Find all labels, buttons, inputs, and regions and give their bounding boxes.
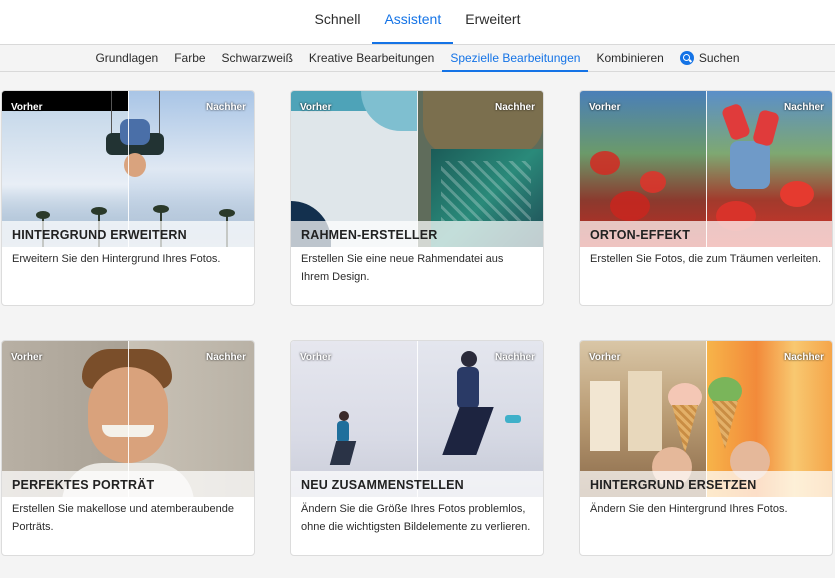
tab-schnell[interactable]: Schnell <box>303 0 373 44</box>
tab-label: Suchen <box>698 51 740 65</box>
card-thumbnail: Vorher Nachher <box>291 91 543 247</box>
card-thumbnail: Vorher Nachher <box>291 341 543 497</box>
tab-label: Schwarzweiß <box>221 51 293 65</box>
tab-label: Kreative Bearbeitungen <box>308 51 435 65</box>
card-description: Erweitern Sie den Hintergrund Ihres Foto… <box>12 253 221 265</box>
after-label: Nachher <box>205 352 246 363</box>
card-description: Ändern Sie den Hintergrund Ihres Fotos. <box>590 503 788 515</box>
card-title: NEU ZUSAMMENSTELLEN <box>301 478 464 492</box>
card-title: ORTON-EFFEKT <box>590 228 691 242</box>
card-title: RAHMEN-ERSTELLER <box>301 228 438 242</box>
card-description: Erstellen Sie eine neue Rahmendatei aus … <box>301 253 504 283</box>
category-tabs: Grundlagen Farbe Schwarzweiß Kreative Be… <box>0 44 835 72</box>
after-label: Nachher <box>783 352 824 363</box>
card-hintergrund-ersetzen[interactable]: Vorher Nachher HINTERGRUND ERSETZEN Ände… <box>579 340 833 556</box>
card-description: Ändern Sie die Größe Ihres Fotos problem… <box>301 503 531 533</box>
before-label: Vorher <box>589 352 621 363</box>
tab-schwarzweiss[interactable]: Schwarzweiß <box>214 45 301 71</box>
card-title: PERFEKTES PORTRÄT <box>12 478 155 492</box>
tab-assistent[interactable]: Assistent <box>372 0 454 44</box>
card-thumbnail: Vorher Nachher <box>580 91 832 247</box>
card-description: Erstellen Sie makellose und atemberauben… <box>12 503 234 533</box>
tab-spezielle-bearbeitungen[interactable]: Spezielle Bearbeitungen <box>442 45 589 72</box>
after-label: Nachher <box>494 352 535 363</box>
search-icon <box>679 51 694 65</box>
card-orton-effekt[interactable]: Vorher Nachher ORTON-EFFEKT Erstellen Si… <box>579 90 833 306</box>
tab-farbe[interactable]: Farbe <box>166 45 213 71</box>
tab-label: Spezielle Bearbeitungen <box>450 51 581 65</box>
mode-tabs: Schnell Assistent Erweitert <box>0 0 835 44</box>
before-label: Vorher <box>11 352 43 363</box>
card-thumbnail: Vorher Nachher <box>2 91 254 247</box>
tab-label: Grundlagen <box>95 51 159 65</box>
card-rahmen-ersteller[interactable]: Vorher Nachher RAHMEN-ERSTELLER Erstelle… <box>290 90 544 306</box>
after-label: Nachher <box>205 102 246 113</box>
before-label: Vorher <box>300 102 332 113</box>
after-label: Nachher <box>783 102 824 113</box>
card-thumbnail: Vorher Nachher <box>2 341 254 497</box>
card-thumbnail: Vorher Nachher <box>580 341 832 497</box>
after-label: Nachher <box>494 102 535 113</box>
tab-suchen[interactable]: Suchen <box>672 45 748 71</box>
card-neu-zusammenstellen[interactable]: Vorher Nachher NEU ZUSAMMENSTELLEN Änder… <box>290 340 544 556</box>
before-label: Vorher <box>300 352 332 363</box>
card-description: Erstellen Sie Fotos, die zum Träumen ver… <box>590 253 822 265</box>
card-title: HINTERGRUND ERWEITERN <box>12 228 187 242</box>
tab-kreative-bearbeitungen[interactable]: Kreative Bearbeitungen <box>301 45 442 71</box>
tab-erweitert[interactable]: Erweitert <box>453 0 532 44</box>
card-hintergrund-erweitern[interactable]: Vorher Nachher HINTERGRUND ERWEITERN Erw… <box>1 90 255 306</box>
card-title: HINTERGRUND ERSETZEN <box>590 478 757 492</box>
tab-grundlagen[interactable]: Grundlagen <box>87 45 166 71</box>
card-perfektes-portraet[interactable]: Vorher Nachher PERFEKTES PORTRÄT Erstell… <box>1 340 255 556</box>
tab-label: Farbe <box>174 51 206 65</box>
before-label: Vorher <box>589 102 621 113</box>
before-label: Vorher <box>11 102 43 113</box>
tab-label: Kombinieren <box>596 51 664 65</box>
tab-kombinieren[interactable]: Kombinieren <box>588 45 671 71</box>
